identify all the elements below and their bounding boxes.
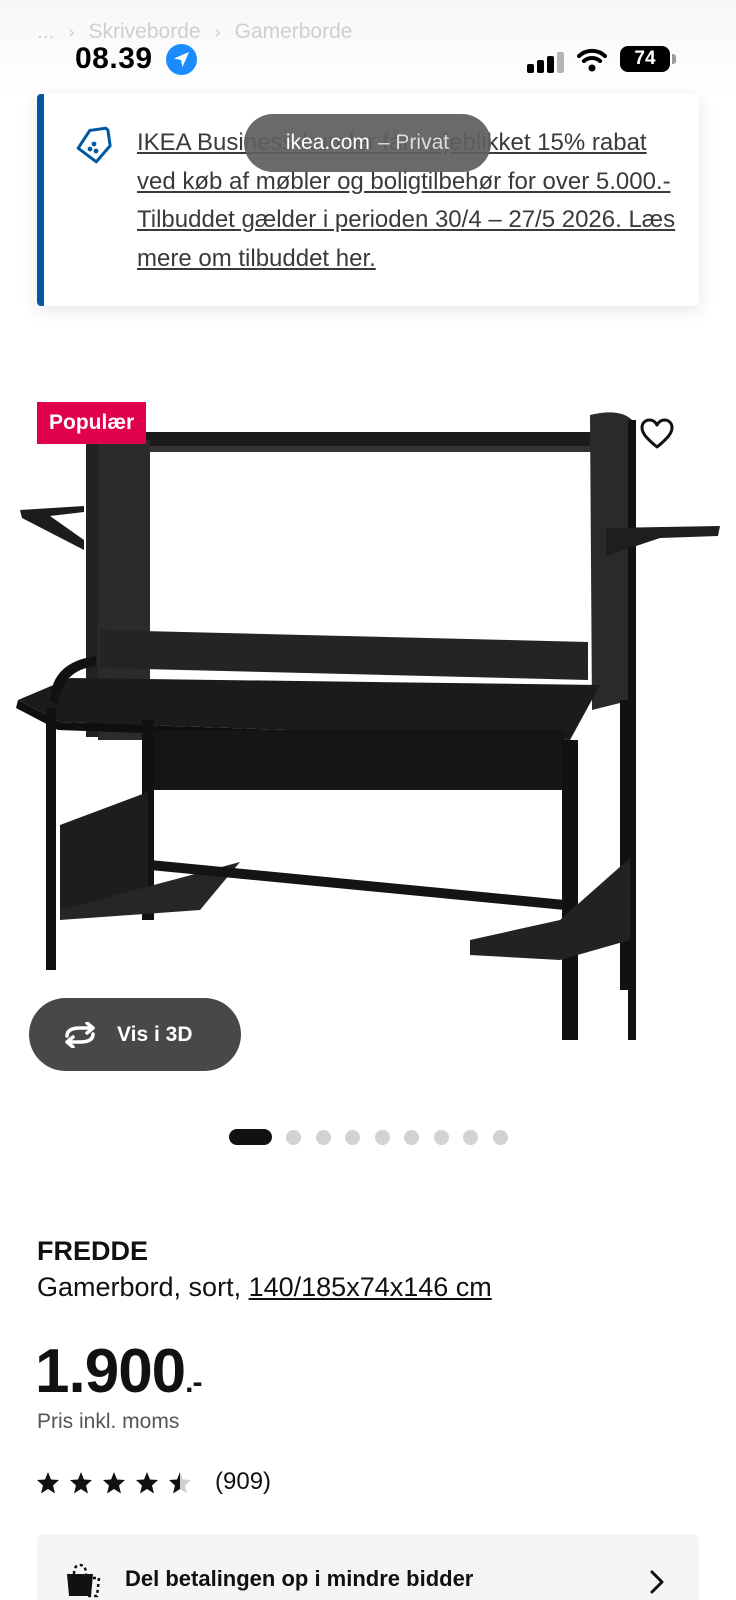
chevron-right-icon bbox=[650, 1570, 664, 1594]
product-description-text: Gamerbord, sort, bbox=[37, 1272, 242, 1302]
split-payment-row[interactable]: Del betalingen op i mindre bidder bbox=[37, 1534, 699, 1600]
carousel-dot[interactable] bbox=[345, 1129, 360, 1145]
cellular-signal-icon bbox=[527, 52, 564, 73]
status-time: 08.39 bbox=[75, 42, 153, 75]
battery-indicator: 74 bbox=[620, 46, 670, 72]
carousel-dot[interactable] bbox=[286, 1129, 301, 1145]
carousel-dot[interactable] bbox=[463, 1129, 478, 1145]
product-dimensions-link[interactable]: 140/185x74x146 cm bbox=[249, 1272, 492, 1302]
star-full-icon bbox=[37, 1471, 59, 1493]
product-image-gaming-desk[interactable] bbox=[0, 380, 736, 1100]
status-bar: 08.39 74 bbox=[0, 40, 736, 80]
rating-count[interactable]: (909) bbox=[215, 1468, 271, 1496]
image-carousel-indicator bbox=[229, 1129, 522, 1145]
carousel-dot[interactable] bbox=[492, 1129, 508, 1145]
star-full-icon bbox=[136, 1471, 158, 1493]
wifi-icon bbox=[577, 48, 607, 72]
product-name: FREDDE bbox=[37, 1236, 149, 1266]
heart-favorite-icon[interactable] bbox=[640, 418, 674, 450]
star-full-icon bbox=[103, 1471, 125, 1493]
vat-note: Pris inkl. moms bbox=[37, 1410, 180, 1433]
browser-domain: ikea.com bbox=[285, 131, 370, 154]
carousel-dot[interactable] bbox=[315, 1129, 331, 1145]
browser-url-pill[interactable]: ikea.com – Privat bbox=[244, 114, 491, 172]
shopping-bag-icon bbox=[67, 1563, 101, 1598]
product-price: 1.900.- bbox=[35, 1336, 203, 1407]
carousel-dot[interactable] bbox=[404, 1129, 419, 1145]
star-half-icon bbox=[169, 1471, 191, 1493]
star-full-icon bbox=[70, 1471, 92, 1493]
carousel-dot[interactable] bbox=[433, 1129, 449, 1145]
view-3d-label: Vis i 3D bbox=[117, 1022, 193, 1046]
carousel-dot-active[interactable] bbox=[229, 1129, 272, 1145]
product-rating[interactable]: (909) bbox=[36, 1468, 271, 1496]
price-tag-icon bbox=[76, 126, 112, 164]
location-arrow-icon bbox=[166, 44, 197, 75]
carousel-dot[interactable] bbox=[374, 1129, 390, 1145]
battery-cap bbox=[672, 54, 676, 64]
price-value: 1.900 bbox=[35, 1337, 186, 1406]
rotate-3d-icon bbox=[65, 1021, 95, 1048]
product-description: Gamerbord, sort, 140/185x74x146 cm bbox=[37, 1272, 492, 1303]
split-payment-label: Del betalingen op i mindre bidder bbox=[125, 1566, 474, 1591]
browser-private-mode: – Privat bbox=[377, 131, 450, 154]
price-suffix: .- bbox=[185, 1366, 202, 1399]
view-3d-button[interactable]: Vis i 3D bbox=[29, 998, 241, 1071]
popular-badge: Populær bbox=[37, 402, 147, 444]
